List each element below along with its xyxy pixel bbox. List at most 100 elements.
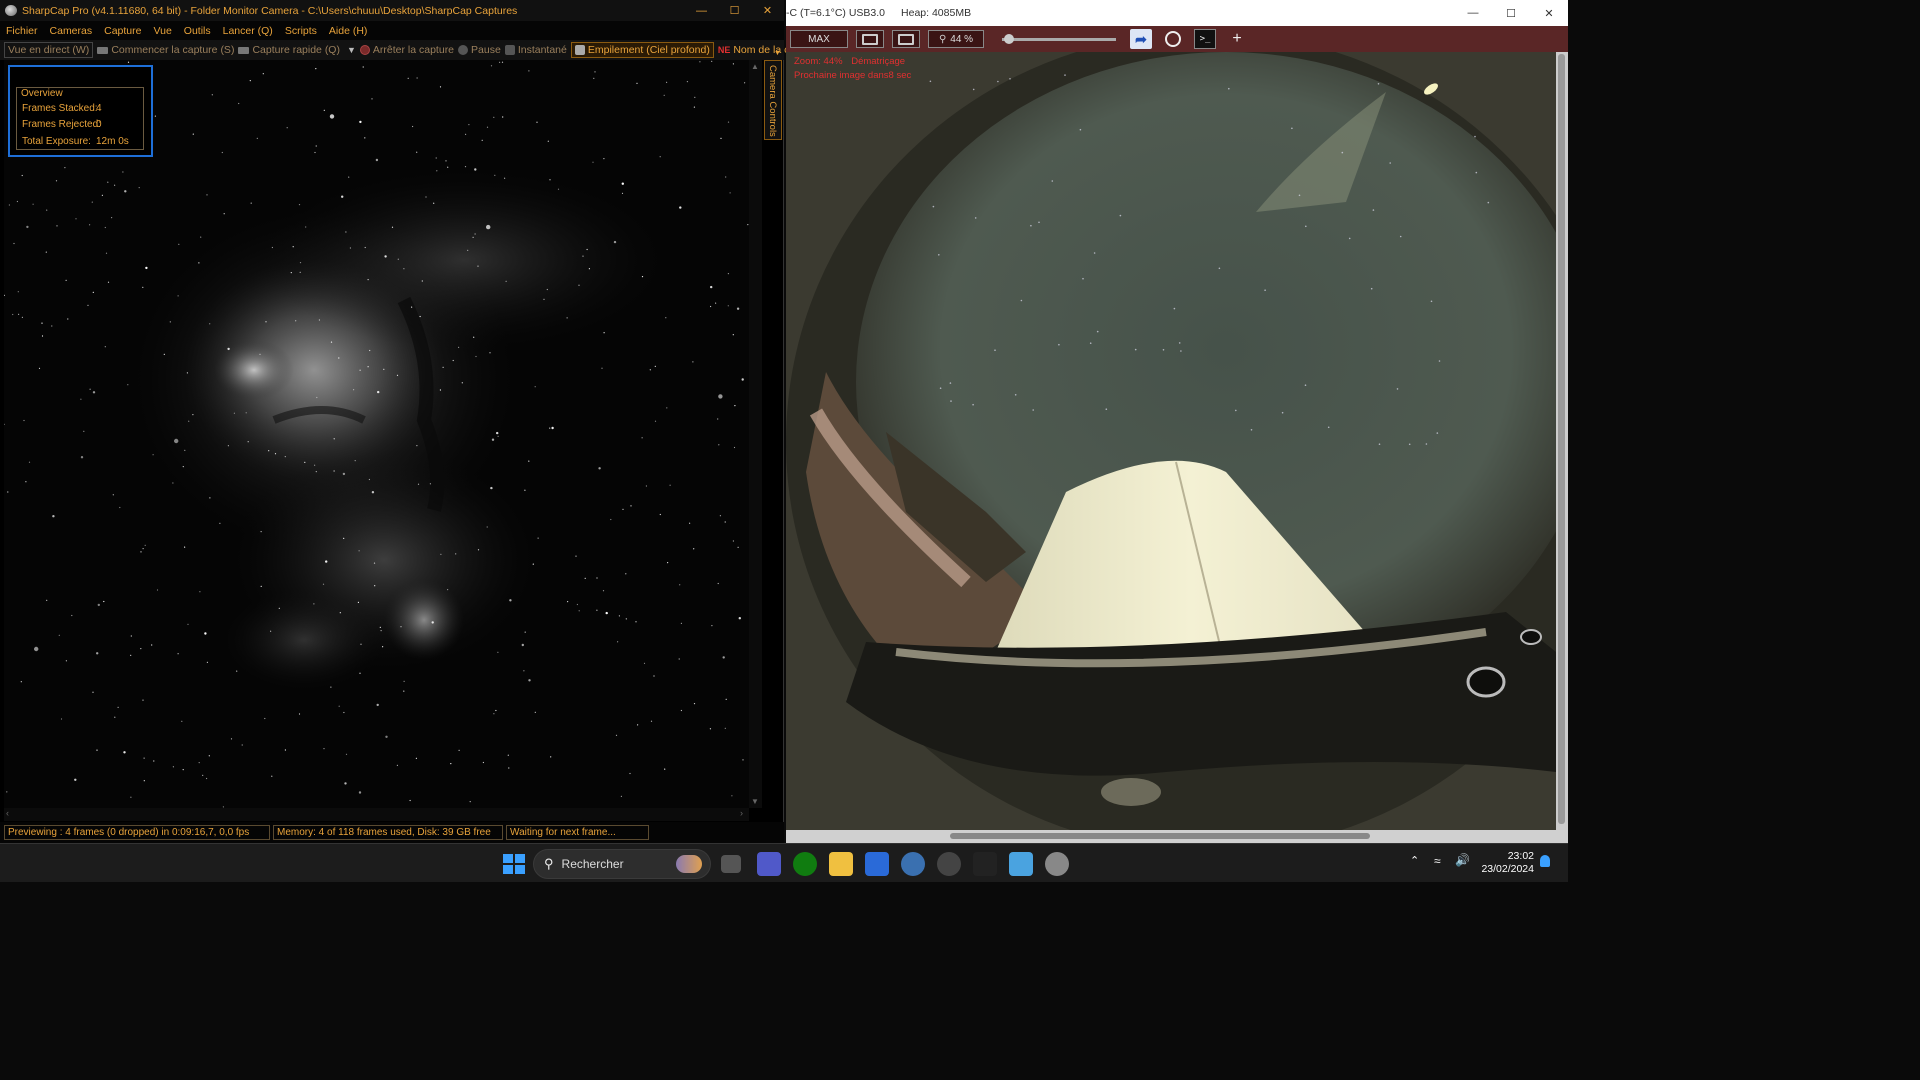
star xyxy=(316,396,318,399)
minimize-button[interactable]: — xyxy=(685,0,718,21)
menu-aide[interactable]: Aide (H) xyxy=(323,25,374,37)
quick-capture-button[interactable]: Capture rapide (Q) ▼ xyxy=(238,44,356,56)
panel-collapse-arrow[interactable]: ▼ xyxy=(774,50,781,57)
stop-capture-button[interactable]: Arrêter la capture xyxy=(359,44,454,56)
app-icon[interactable] xyxy=(973,852,997,876)
menu-scripts[interactable]: Scripts xyxy=(279,25,323,37)
star xyxy=(284,456,286,458)
maximize-button[interactable]: ☐ xyxy=(1492,0,1530,26)
sky-star xyxy=(1038,221,1040,224)
scroll-thumb[interactable] xyxy=(950,833,1370,839)
snapshot-button[interactable]: Instantané xyxy=(504,44,567,56)
star xyxy=(284,749,286,751)
max-button[interactable]: MAX xyxy=(790,30,848,48)
image-horizontal-scrollbar[interactable]: ‹ › xyxy=(4,808,749,821)
star xyxy=(693,703,696,705)
menu-outils[interactable]: Outils xyxy=(178,25,217,37)
sky-star xyxy=(1105,408,1108,411)
scroll-thumb[interactable] xyxy=(1558,54,1565,824)
live-view-button[interactable]: Vue en direct (W) xyxy=(4,42,94,58)
allsky-titlebar[interactable]: -C (T=6.1°C) USB3.0 Heap: 4085MB — ☐ ✕ xyxy=(786,0,1568,26)
star xyxy=(377,390,380,394)
video-camera-icon xyxy=(97,46,109,54)
image-vertical-scrollbar[interactable]: ▲ ▼ xyxy=(749,60,762,808)
menu-cameras[interactable]: Cameras xyxy=(44,25,99,37)
star xyxy=(127,384,129,386)
task-view-icon[interactable] xyxy=(721,855,741,873)
xbox-icon[interactable] xyxy=(793,852,817,876)
sky-star xyxy=(1173,307,1176,310)
star xyxy=(145,266,148,270)
zoom-slider-thumb[interactable] xyxy=(1004,34,1015,44)
star xyxy=(461,382,463,384)
star xyxy=(65,279,67,281)
star xyxy=(475,355,477,358)
close-button[interactable]: ✕ xyxy=(751,0,784,21)
star xyxy=(367,366,369,368)
start-capture-button[interactable]: Commencer la capture (S) xyxy=(97,44,234,56)
fullscreen-button[interactable] xyxy=(892,30,920,48)
fit-window-button[interactable] xyxy=(856,30,884,48)
notepad-icon[interactable] xyxy=(1009,852,1033,876)
viewer-horizontal-scrollbar[interactable] xyxy=(786,830,1568,843)
sky-star xyxy=(929,80,932,83)
sky-star xyxy=(1372,209,1375,211)
app-icon[interactable] xyxy=(937,852,961,876)
minimize-button[interactable]: — xyxy=(1454,0,1492,26)
star xyxy=(130,796,132,798)
star xyxy=(385,735,388,738)
sky-star xyxy=(1009,78,1011,80)
add-button[interactable]: + xyxy=(1226,29,1248,49)
file-explorer-icon[interactable] xyxy=(829,852,853,876)
wifi-icon[interactable]: ≈ xyxy=(1434,854,1441,868)
console-button[interactable]: >_ xyxy=(1194,29,1216,49)
star xyxy=(371,491,375,494)
star xyxy=(496,431,499,435)
star xyxy=(354,460,356,462)
timer-button[interactable] xyxy=(1162,29,1184,49)
menu-fichier[interactable]: Fichier xyxy=(0,25,44,37)
menu-vue[interactable]: Vue xyxy=(147,25,177,37)
star xyxy=(450,763,452,765)
notification-bell-icon[interactable] xyxy=(1540,855,1550,867)
scroll-left-arrow[interactable]: ‹ xyxy=(6,808,9,818)
scroll-down-arrow[interactable]: ▼ xyxy=(751,797,759,806)
taskbar-search[interactable]: ⚲ Rechercher xyxy=(533,849,711,879)
viewer-toolbar: MAX ⚲ 44 % ➦ >_ + xyxy=(786,26,1568,52)
fit-screen-icon xyxy=(862,33,878,45)
scroll-right-arrow[interactable]: › xyxy=(740,808,743,818)
star xyxy=(635,621,637,623)
volume-icon[interactable]: 🔊 xyxy=(1455,853,1470,867)
menu-capture[interactable]: Capture xyxy=(98,25,147,37)
close-button[interactable]: ✕ xyxy=(1530,0,1568,26)
chevron-down-icon[interactable]: ▼ xyxy=(347,45,356,55)
star xyxy=(710,285,713,289)
star xyxy=(268,450,270,452)
menu-lancer[interactable]: Lancer (Q) xyxy=(217,25,279,37)
stacked-nebula-image[interactable] xyxy=(4,60,749,808)
stacking-button[interactable]: Empilement (Ciel profond) xyxy=(570,42,714,58)
viewer-vertical-scrollbar[interactable] xyxy=(1556,52,1568,832)
camera-controls-tab[interactable]: Camera Controls xyxy=(764,60,782,140)
store-icon[interactable] xyxy=(865,852,889,876)
sharpcap-taskbar-icon[interactable] xyxy=(1045,852,1069,876)
sky-star xyxy=(1162,349,1165,351)
scroll-up-arrow[interactable]: ▲ xyxy=(751,62,759,71)
start-button[interactable] xyxy=(501,852,525,876)
run-button[interactable]: ➦ xyxy=(1130,29,1152,49)
star xyxy=(247,441,249,443)
star xyxy=(699,61,701,63)
app-icon[interactable] xyxy=(901,852,925,876)
maximize-button[interactable]: ☐ xyxy=(718,0,751,21)
star xyxy=(643,662,646,665)
pause-button[interactable]: Pause xyxy=(458,44,501,56)
zoom-level-button[interactable]: ⚲ 44 % xyxy=(928,30,984,48)
star xyxy=(429,483,431,485)
star xyxy=(447,166,449,168)
tray-chevron-up-icon[interactable]: ⌃ xyxy=(1410,854,1419,867)
zoom-slider[interactable] xyxy=(1002,34,1116,44)
sharpcap-titlebar[interactable]: SharpCap Pro (v4.1.11680, 64 bit) - Fold… xyxy=(0,0,784,21)
taskbar-clock[interactable]: 23:02 23/02/2024 xyxy=(1481,850,1534,876)
teams-icon[interactable] xyxy=(757,852,781,876)
allsky-fisheye-image[interactable] xyxy=(786,52,1556,832)
